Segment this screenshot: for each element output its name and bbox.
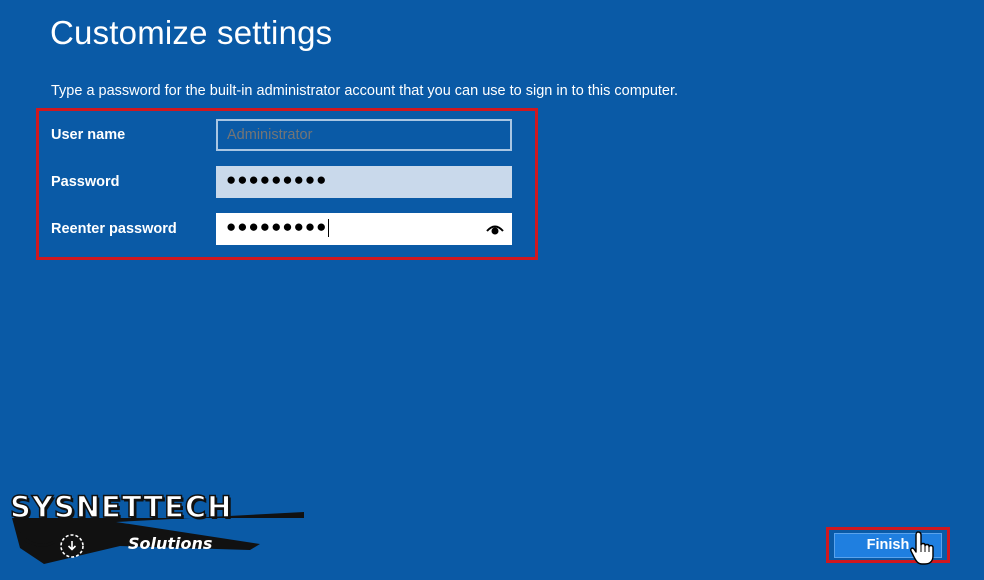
- password-field[interactable]: ●●●●●●●●●: [216, 166, 512, 198]
- page-title: Customize settings: [50, 14, 333, 51]
- text-caret: [328, 218, 330, 237]
- password-value: ●●●●●●●●●: [226, 170, 328, 189]
- reenter-password-field[interactable]: ●●●●●●●●●: [216, 213, 512, 245]
- username-field[interactable]: [216, 119, 512, 151]
- watermark-logo: SYSNETTECH Solutions: [4, 488, 324, 572]
- watermark-main-text: SYSNETTECH: [9, 489, 233, 525]
- page-description: Type a password for the built-in adminis…: [51, 83, 679, 99]
- reenter-password-label: Reenter password: [51, 221, 177, 237]
- password-label: Password: [51, 174, 120, 190]
- ease-of-access-icon[interactable]: [59, 533, 85, 559]
- hand-cursor-icon: [910, 531, 934, 565]
- eye-icon[interactable]: [486, 222, 504, 236]
- watermark-sub-text: Solutions: [128, 534, 213, 553]
- reenter-password-value: ●●●●●●●●●: [226, 217, 328, 236]
- username-label: User name: [51, 127, 126, 143]
